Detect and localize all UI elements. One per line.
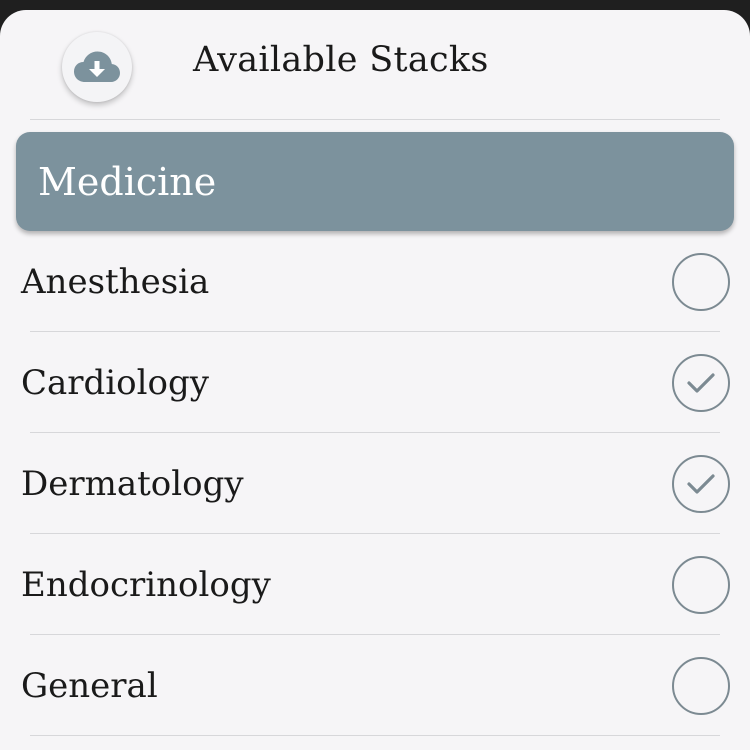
stack-item-cardiology[interactable]: Cardiology: [0, 332, 750, 433]
category-label: Medicine: [38, 159, 217, 204]
stack-list: Anesthesia Cardiology Dermatology Endocr…: [0, 231, 750, 736]
stack-item-dermatology[interactable]: Dermatology: [0, 433, 750, 534]
stack-checkbox[interactable]: [672, 656, 730, 715]
category-header-medicine[interactable]: Medicine: [16, 132, 734, 231]
divider: [30, 735, 720, 736]
stack-item-endocrinology[interactable]: Endocrinology: [0, 534, 750, 635]
checkmark-icon: [687, 473, 715, 494]
cloud-download-icon: [74, 51, 120, 82]
download-button[interactable]: [62, 32, 132, 102]
stack-item-label: Anesthesia: [21, 261, 210, 302]
page-title: Available Stacks: [193, 40, 489, 80]
divider: [30, 119, 720, 120]
stack-item-general[interactable]: General: [0, 635, 750, 736]
stack-item-label: Dermatology: [21, 463, 244, 504]
screen: Available Stacks Medicine Anesthesia Car…: [0, 10, 750, 750]
stack-item-anesthesia[interactable]: Anesthesia: [0, 231, 750, 332]
stack-checkbox[interactable]: [672, 454, 730, 513]
header: Available Stacks: [0, 10, 750, 120]
stack-item-label: General: [21, 665, 158, 706]
stack-checkbox[interactable]: [672, 252, 730, 311]
stack-item-label: Endocrinology: [21, 564, 271, 605]
stack-item-label: Cardiology: [21, 362, 209, 403]
checkmark-icon: [687, 372, 715, 393]
stack-checkbox[interactable]: [672, 353, 730, 412]
stack-checkbox[interactable]: [672, 555, 730, 614]
